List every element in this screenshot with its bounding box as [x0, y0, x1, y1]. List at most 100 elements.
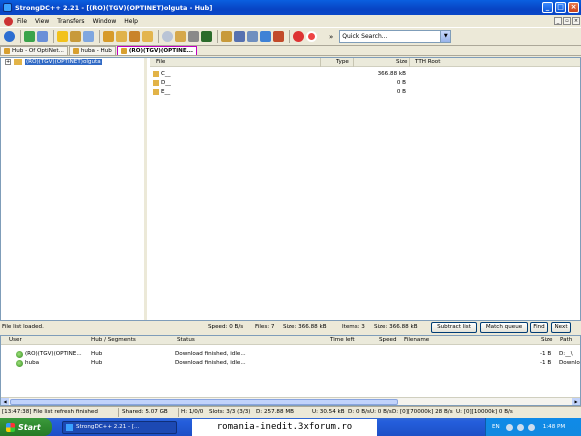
transfer-table-header: User Hub / Segments Status Time left Spe… — [1, 336, 580, 345]
close-button[interactable]: × — [568, 2, 579, 13]
menu-bar: File View Transfers Window Help _ ▫ × — [0, 15, 581, 27]
favorite-users-icon[interactable] — [70, 31, 81, 42]
settings-icon[interactable] — [234, 31, 245, 42]
table-row[interactable]: E__ 0 B — [150, 88, 580, 97]
clock[interactable]: 1:48 PM — [543, 424, 566, 430]
table-row[interactable]: (RO)(TGV)(OPTINE... Hub Download finishe… — [1, 350, 580, 359]
mdi-close-button[interactable]: × — [572, 17, 580, 25]
tab-bar: Hub - Of OptiNet... huba - Hub (RO)(TGV)… — [0, 46, 581, 56]
connect-icon[interactable] — [4, 31, 15, 42]
tab-file-list[interactable]: (RO)(TGV)(OPTINE... — [116, 46, 198, 55]
tab-huba[interactable]: huba - Hub — [68, 46, 116, 55]
hub-icon — [4, 48, 10, 54]
find-button[interactable]: Find — [530, 322, 548, 333]
mdi-restore-button[interactable]: ▫ — [563, 17, 571, 25]
limiter-icon[interactable] — [273, 31, 284, 42]
file-table[interactable]: File Type Size TTH Root C__ 366.88 kB D_… — [150, 58, 580, 320]
folder-icon — [14, 59, 22, 65]
network-stats-icon[interactable] — [201, 31, 212, 42]
folder-icon — [153, 80, 159, 86]
file-table-header: File Type Size TTH Root — [150, 58, 580, 67]
downloaded-total: D: 257.88 MB — [256, 409, 294, 415]
shared-size: Shared: 5.07 GB — [122, 409, 168, 415]
system-tray: EN 1:48 PM — [485, 418, 581, 436]
menu-window[interactable]: Window — [93, 18, 117, 25]
file-list-pane: + (RO)(TGV)(OPTINET)olguta File Type Siz… — [0, 57, 581, 321]
column-tth-root[interactable]: TTH Root — [415, 59, 440, 65]
subtract-list-button[interactable]: Subtract list — [431, 322, 477, 333]
finished-uploads-icon[interactable] — [142, 31, 153, 42]
folder-icon — [153, 89, 159, 95]
file-list-icon — [120, 48, 127, 54]
search-icon[interactable] — [162, 31, 173, 42]
table-row[interactable]: C__ 366.88 kB — [150, 70, 580, 79]
table-row[interactable]: D__ 0 B — [150, 79, 580, 88]
shutdown-icon[interactable] — [306, 31, 317, 42]
tray-app-icon[interactable] — [505, 423, 513, 431]
toolbar-overflow-icon[interactable]: » — [329, 33, 333, 41]
hash-progress-icon[interactable] — [260, 31, 271, 42]
scrollbar-thumb[interactable] — [10, 399, 398, 405]
column-user[interactable]: User — [9, 337, 22, 343]
volume-icon[interactable] — [527, 423, 535, 431]
total-size: Size: 366.88 kB — [283, 324, 327, 330]
scroll-left-icon[interactable]: ◀ — [1, 398, 9, 405]
favorite-hubs-icon[interactable] — [57, 31, 68, 42]
tab-hub-optinet[interactable]: Hub - Of OptiNet... — [0, 46, 68, 55]
column-file[interactable]: File — [156, 59, 165, 65]
language-indicator[interactable]: EN — [492, 424, 500, 430]
column-filename[interactable]: Filename — [404, 337, 429, 343]
mdi-system-icon[interactable] — [4, 16, 13, 26]
reconnect-icon[interactable] — [24, 31, 35, 42]
menu-transfers[interactable]: Transfers — [57, 18, 84, 25]
taskbar-item-strongdc[interactable]: StrongDC++ 2.21 - [... — [62, 420, 177, 434]
column-speed[interactable]: Speed — [379, 337, 397, 343]
column-time-left[interactable]: Time left — [330, 337, 355, 343]
next-button[interactable]: Next — [551, 322, 571, 333]
away-icon[interactable] — [293, 31, 304, 42]
queue-icon[interactable] — [103, 31, 114, 42]
window-title: StrongDC++ 2.21 - [(RO)(TGV)(OPTINET)olg… — [15, 3, 213, 12]
column-type[interactable]: Type — [336, 59, 349, 65]
column-size[interactable]: Size — [396, 59, 407, 65]
title-bar[interactable]: StrongDC++ 2.21 - [(RO)(TGV)(OPTINET)olg… — [0, 0, 581, 15]
column-path[interactable]: Path — [560, 337, 572, 343]
expand-icon[interactable]: + — [5, 59, 11, 65]
uploaded-total: U: 30.54 kB — [312, 409, 345, 415]
mdi-minimize-button[interactable]: _ — [554, 17, 562, 25]
maximize-button[interactable]: □ — [555, 2, 566, 13]
scroll-right-icon[interactable]: ▶ — [572, 398, 580, 405]
recent-hubs-icon[interactable] — [83, 31, 94, 42]
start-button[interactable]: Start — [0, 418, 52, 436]
app-icon — [66, 423, 73, 431]
network-icon[interactable] — [516, 423, 524, 431]
adl-search-icon[interactable] — [175, 31, 186, 42]
horizontal-scrollbar[interactable]: ◀ ▶ — [1, 397, 580, 405]
column-hub-segments[interactable]: Hub / Segments — [91, 337, 136, 343]
upload-rate: U: 0 B/s — [370, 409, 392, 415]
finished-downloads-icon[interactable] — [116, 31, 127, 42]
menu-file[interactable]: File — [17, 18, 27, 25]
match-queue-button[interactable]: Match queue — [480, 322, 528, 333]
column-size[interactable]: Size — [541, 337, 552, 343]
follow-redirect-icon[interactable] — [37, 31, 48, 42]
column-status[interactable]: Status — [177, 337, 195, 343]
directory-tree[interactable]: + (RO)(TGV)(OPTINET)olguta — [1, 58, 147, 320]
transfer-list[interactable]: User Hub / Segments Status Time left Spe… — [0, 335, 581, 406]
menu-view[interactable]: View — [35, 18, 49, 25]
upload-queue-icon[interactable] — [129, 31, 140, 42]
tree-node-root[interactable]: + (RO)(TGV)(OPTINET)olguta — [5, 59, 102, 65]
chevron-down-icon[interactable]: ▼ — [440, 31, 451, 42]
minimize-button[interactable]: _ — [542, 2, 553, 13]
table-row[interactable]: huba Hub Download finished, idle... -1 B… — [1, 359, 580, 368]
menu-help[interactable]: Help — [124, 18, 138, 25]
quick-search-combobox[interactable]: Quick Search... ▼ — [339, 30, 452, 43]
files-count: Files: 7 — [255, 324, 275, 330]
quick-search-input[interactable]: Quick Search... — [342, 33, 440, 40]
open-file-list-icon[interactable] — [221, 31, 232, 42]
user-icon — [16, 351, 23, 358]
download-limit: D: [0][70000k] 28 B/s — [392, 409, 453, 415]
notepad-icon[interactable] — [247, 31, 258, 42]
upload-limit: U: [0][10000k] 0 B/s — [456, 409, 513, 415]
search-spy-icon[interactable] — [188, 31, 199, 42]
